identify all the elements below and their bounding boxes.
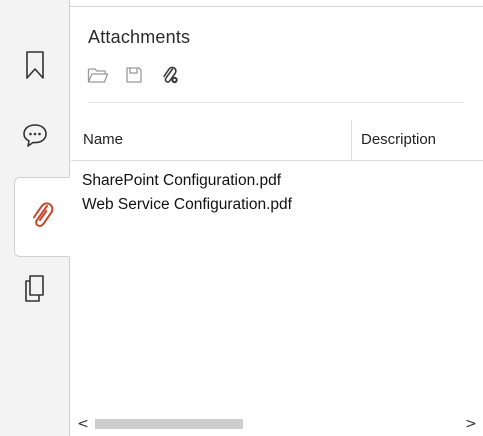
open-attachment-button[interactable] (85, 64, 111, 90)
attachments-list: SharePoint Configuration.pdf Web Service… (71, 169, 483, 217)
paperclip-icon (28, 199, 56, 236)
column-divider[interactable] (351, 120, 352, 160)
scroll-right-button[interactable]: > (461, 414, 481, 434)
attachments-pane: Attachments Name Description SharePoint … (0, 0, 483, 436)
attachments-panel: Attachments Name Description SharePoint … (71, 7, 483, 436)
table-header: Name Description (71, 120, 483, 161)
comments-tab[interactable] (10, 112, 60, 162)
attachment-properties-button[interactable] (157, 64, 183, 90)
paperclip-settings-icon (160, 65, 180, 90)
comment-icon (21, 122, 49, 153)
pages-tab[interactable] (10, 265, 60, 315)
save-attachment-button[interactable] (121, 64, 147, 90)
save-disk-icon (125, 66, 143, 89)
horizontal-scrollbar[interactable]: < > (71, 414, 483, 434)
bookmark-icon (24, 50, 46, 85)
bookmarks-tab[interactable] (10, 42, 60, 92)
column-header-name[interactable]: Name (83, 120, 123, 160)
pages-icon (22, 273, 48, 308)
scroll-left-button[interactable]: < (73, 414, 93, 434)
table-row[interactable]: Web Service Configuration.pdf (71, 193, 483, 217)
panel-title: Attachments (88, 27, 191, 47)
toolbar-divider (88, 102, 463, 103)
attachments-tab[interactable] (14, 177, 70, 257)
column-header-description[interactable]: Description (361, 120, 436, 160)
attachments-toolbar (85, 62, 183, 92)
navigation-rail (0, 0, 70, 436)
folder-open-icon (87, 66, 109, 89)
scrollbar-thumb[interactable] (95, 419, 243, 429)
table-row[interactable]: SharePoint Configuration.pdf (71, 169, 483, 193)
